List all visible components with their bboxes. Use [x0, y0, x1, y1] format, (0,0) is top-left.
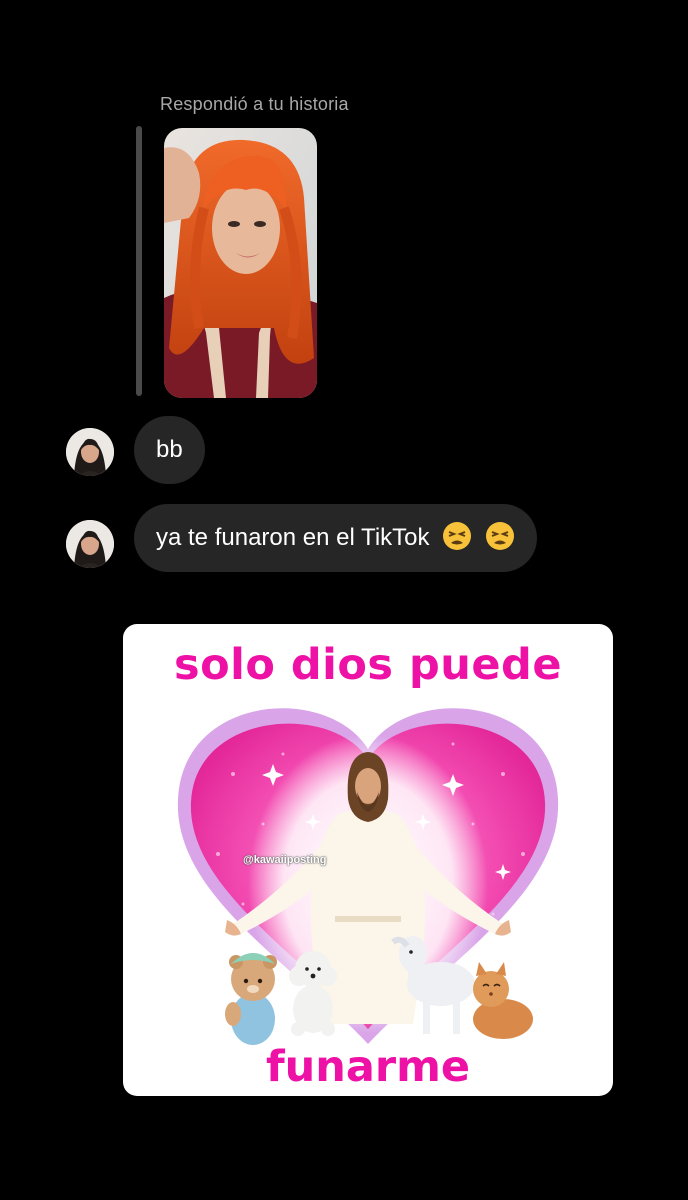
jesus-heart-meme-illustration [177, 708, 559, 1045]
meme-watermark: @kawaiiposting [243, 854, 327, 866]
shared-meme-image[interactable]: solo dios puede @kawaiiposting funarme [123, 624, 613, 1096]
meme-bottom-text: funarme [265, 1042, 471, 1092]
avatar-photo-icon [66, 520, 114, 568]
avatar-photo-icon [66, 428, 114, 476]
sender-avatar[interactable] [66, 520, 114, 568]
message-row: ya te funaron en el TikTok [0, 504, 688, 572]
story-photo-icon [164, 128, 317, 398]
reply-to-story-label: Respondió a tu historia [160, 94, 349, 114]
message-row: bb [0, 416, 688, 484]
sender-avatar[interactable] [66, 428, 114, 476]
message-bubble[interactable]: bb [134, 416, 205, 484]
message-text: ya te funaron en el TikTok [156, 524, 430, 551]
tired-face-emoji-icon [443, 521, 472, 550]
meme-top-text: solo dios puede [173, 640, 562, 690]
tired-face-emoji-icon [485, 521, 514, 550]
story-thumbnail[interactable] [164, 128, 317, 398]
message-bubble[interactable]: ya te funaron en el TikTok [134, 504, 537, 572]
message-text: bb [156, 436, 183, 463]
reply-quote-bar [136, 126, 142, 396]
